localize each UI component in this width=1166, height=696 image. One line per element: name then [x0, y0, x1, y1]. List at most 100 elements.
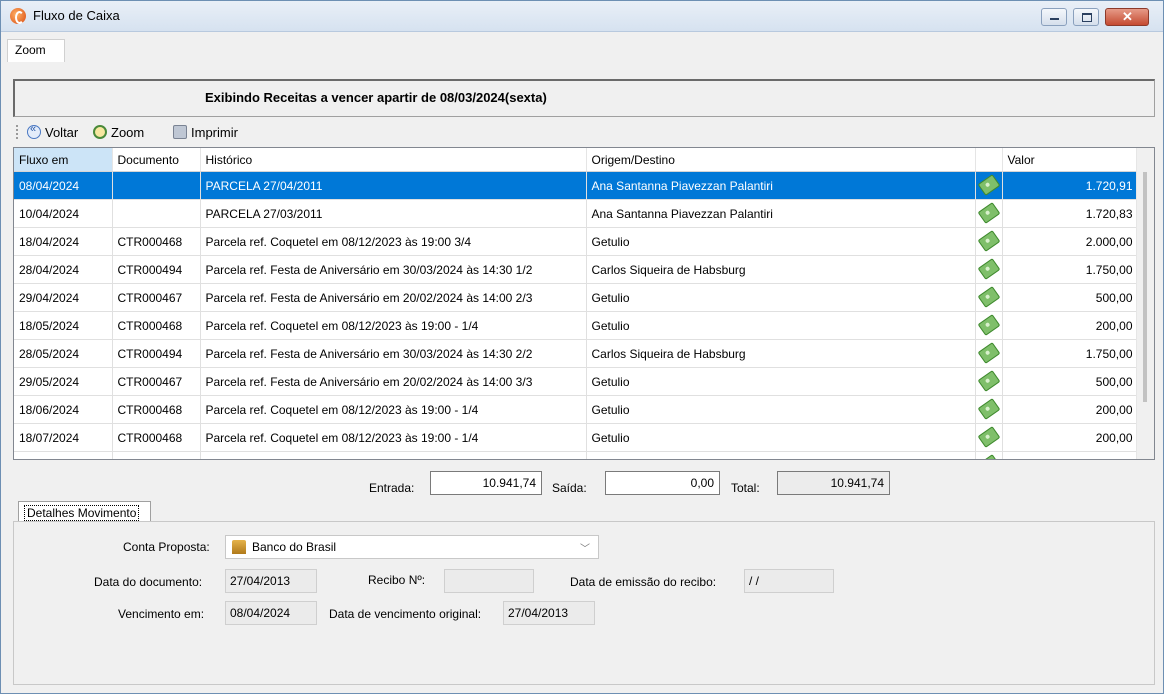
cell-fluxo[interactable]: 18/06/2024 [14, 395, 113, 424]
cell-historico[interactable]: Parcela ref. Festa de Aniversário em 20/… [200, 283, 587, 312]
cell-historico[interactable]: Parcela ref. Coquetel em 08/12/2023 às 1… [200, 311, 587, 340]
cell-valor[interactable]: 1.720,91 [1002, 171, 1140, 200]
zoom-button[interactable]: Zoom [93, 123, 144, 141]
cell-historico[interactable]: PARCELA 27/04/2011 [200, 171, 587, 200]
cell-origem[interactable]: Getulio [586, 227, 976, 256]
cell-icon[interactable] [975, 339, 1003, 368]
cell-historico[interactable]: Parcela ref. Festa de Aniversário em 30/… [200, 339, 587, 368]
cell-documento[interactable]: CTR000467 [112, 283, 201, 312]
cell-fluxo[interactable]: 18/08/2024 [14, 451, 113, 459]
cell-icon[interactable] [975, 171, 1003, 200]
column-header-historico[interactable]: Histórico [200, 148, 587, 172]
cell-origem[interactable]: Getulio [586, 395, 976, 424]
column-header-icon[interactable] [975, 148, 1003, 172]
cell-valor[interactable]: 2.000,00 [1002, 227, 1140, 256]
cell-documento[interactable]: CTR000467 [112, 367, 201, 396]
column-header-origem[interactable]: Origem/Destino [586, 148, 976, 172]
cell-origem[interactable]: Getulio [586, 367, 976, 396]
cell-documento[interactable] [112, 199, 201, 228]
cell-fluxo[interactable]: 10/04/2024 [14, 199, 113, 228]
cell-origem[interactable]: Getulio [586, 451, 976, 459]
cell-origem[interactable]: Ana Santanna Piavezzan Palantiri [586, 199, 976, 228]
cell-valor[interactable]: 1.750,00 [1002, 255, 1140, 284]
table-row[interactable]: 18/07/2024 CTR000468 Parcela ref. Coquetel… [14, 423, 1140, 452]
cell-icon[interactable] [975, 423, 1003, 452]
table-row[interactable]: 29/05/2024 CTR000467 Parcela ref. Festa de… [14, 367, 1140, 396]
cell-historico[interactable]: Parcela ref. Coquetel em 08/12/2023 às 1… [200, 395, 587, 424]
column-header-valor[interactable]: Valor [1002, 148, 1140, 172]
cell-fluxo[interactable]: 18/07/2024 [14, 423, 113, 452]
cell-fluxo[interactable]: 28/04/2024 [14, 255, 113, 284]
conta-proposta-select[interactable]: Banco do Brasil ﹀ [225, 535, 599, 559]
cell-icon[interactable] [975, 227, 1003, 256]
column-header-documento[interactable]: Documento [112, 148, 201, 172]
scrollbar-thumb[interactable] [1143, 172, 1147, 402]
cell-historico[interactable]: Parcela ref. Coquetel em 08/12/2023 às 1… [200, 227, 587, 256]
back-button[interactable]: Voltar [27, 123, 78, 141]
cell-origem[interactable]: Carlos Siqueira de Habsburg [586, 339, 976, 368]
table-row[interactable]: 18/06/2024 CTR000468 Parcela ref. Coquetel… [14, 395, 1140, 424]
back-label: Voltar [45, 124, 79, 140]
tab-zoom[interactable]: Zoom [7, 39, 65, 62]
tab-detalhes-movimento[interactable]: Detalhes Movimento [18, 501, 151, 521]
cell-fluxo[interactable]: 29/05/2024 [14, 367, 113, 396]
cell-valor[interactable]: 1.750,00 [1002, 339, 1140, 368]
cell-origem[interactable]: Getulio [586, 423, 976, 452]
cell-documento[interactable]: CTR000468 [112, 451, 201, 459]
table-row[interactable]: 28/05/2024 CTR000494 Parcela ref. Festa de… [14, 339, 1140, 368]
close-button[interactable]: ✕ [1105, 8, 1149, 26]
cell-valor[interactable]: 200,00 [1002, 395, 1140, 424]
cell-documento[interactable]: CTR000468 [112, 227, 201, 256]
cell-origem[interactable]: Carlos Siqueira de Habsburg [586, 255, 976, 284]
table-row[interactable]: 28/04/2024 CTR000494 Parcela ref. Festa de… [14, 255, 1140, 284]
cell-icon[interactable] [975, 451, 1003, 459]
chevron-down-icon[interactable]: ﹀ [580, 540, 590, 555]
cashflow-grid[interactable]: Fluxo em Documento Histórico Origem/Dest… [13, 147, 1155, 460]
cell-origem[interactable]: Getulio [586, 311, 976, 340]
cell-icon[interactable] [975, 199, 1003, 228]
cell-documento[interactable]: CTR000468 [112, 423, 201, 452]
cell-documento[interactable]: CTR000468 [112, 311, 201, 340]
cell-origem[interactable]: Getulio [586, 283, 976, 312]
table-row[interactable]: 18/08/2024CTR000468Parcela ref. Coquetel… [14, 451, 1140, 459]
cell-documento[interactable]: CTR000468 [112, 395, 201, 424]
cell-documento[interactable]: CTR000494 [112, 255, 201, 284]
cell-valor[interactable]: 200,00 [1002, 451, 1140, 459]
cell-valor[interactable]: 200,00 [1002, 311, 1140, 340]
title-bar[interactable]: Fluxo de Caixa ✕ [1, 1, 1163, 32]
cell-origem[interactable]: Ana Santanna Piavezzan Palantiri [586, 171, 976, 200]
toolbar-grip[interactable] [16, 125, 20, 139]
cell-documento[interactable] [112, 171, 201, 200]
cell-historico[interactable]: Parcela ref. Festa de Aniversário em 30/… [200, 255, 587, 284]
cell-icon[interactable] [975, 367, 1003, 396]
cell-fluxo[interactable]: 18/04/2024 [14, 227, 113, 256]
table-row[interactable]: 08/04/2024 PARCELA 27/04/2011 Ana Santanna… [14, 171, 1140, 200]
table-row[interactable]: 10/04/2024 PARCELA 27/03/2011 Ana Santanna… [14, 199, 1140, 228]
vertical-scrollbar[interactable] [1136, 148, 1154, 459]
cell-historico[interactable]: Parcela ref. Coquetel em 08/12/2023 às 1… [200, 451, 587, 459]
maximize-button[interactable] [1073, 8, 1099, 26]
cell-valor[interactable]: 200,00 [1002, 423, 1140, 452]
cell-fluxo[interactable]: 08/04/2024 [14, 171, 113, 200]
venc-original-field: 27/04/2013 [503, 601, 595, 625]
cell-icon[interactable] [975, 311, 1003, 340]
cell-icon[interactable] [975, 283, 1003, 312]
print-button[interactable]: Imprimir [173, 123, 238, 141]
cell-historico[interactable]: PARCELA 27/03/2011 [200, 199, 587, 228]
cell-fluxo[interactable]: 28/05/2024 [14, 339, 113, 368]
cell-fluxo[interactable]: 29/04/2024 [14, 283, 113, 312]
column-header-fluxo[interactable]: Fluxo em [14, 148, 113, 172]
cell-historico[interactable]: Parcela ref. Coquetel em 08/12/2023 às 1… [200, 423, 587, 452]
cell-icon[interactable] [975, 255, 1003, 284]
cell-valor[interactable]: 1.720,83 [1002, 199, 1140, 228]
cell-valor[interactable]: 500,00 [1002, 367, 1140, 396]
minimize-button[interactable] [1041, 8, 1067, 26]
table-row[interactable]: 18/05/2024 CTR000468 Parcela ref. Coquetel… [14, 311, 1140, 340]
cell-fluxo[interactable]: 18/05/2024 [14, 311, 113, 340]
cell-documento[interactable]: CTR000494 [112, 339, 201, 368]
cell-icon[interactable] [975, 395, 1003, 424]
cell-valor[interactable]: 500,00 [1002, 283, 1140, 312]
table-row[interactable]: 29/04/2024 CTR000467 Parcela ref. Festa de… [14, 283, 1140, 312]
cell-historico[interactable]: Parcela ref. Festa de Aniversário em 20/… [200, 367, 587, 396]
table-row[interactable]: 18/04/2024 CTR000468 Parcela ref. Coquetel… [14, 227, 1140, 256]
